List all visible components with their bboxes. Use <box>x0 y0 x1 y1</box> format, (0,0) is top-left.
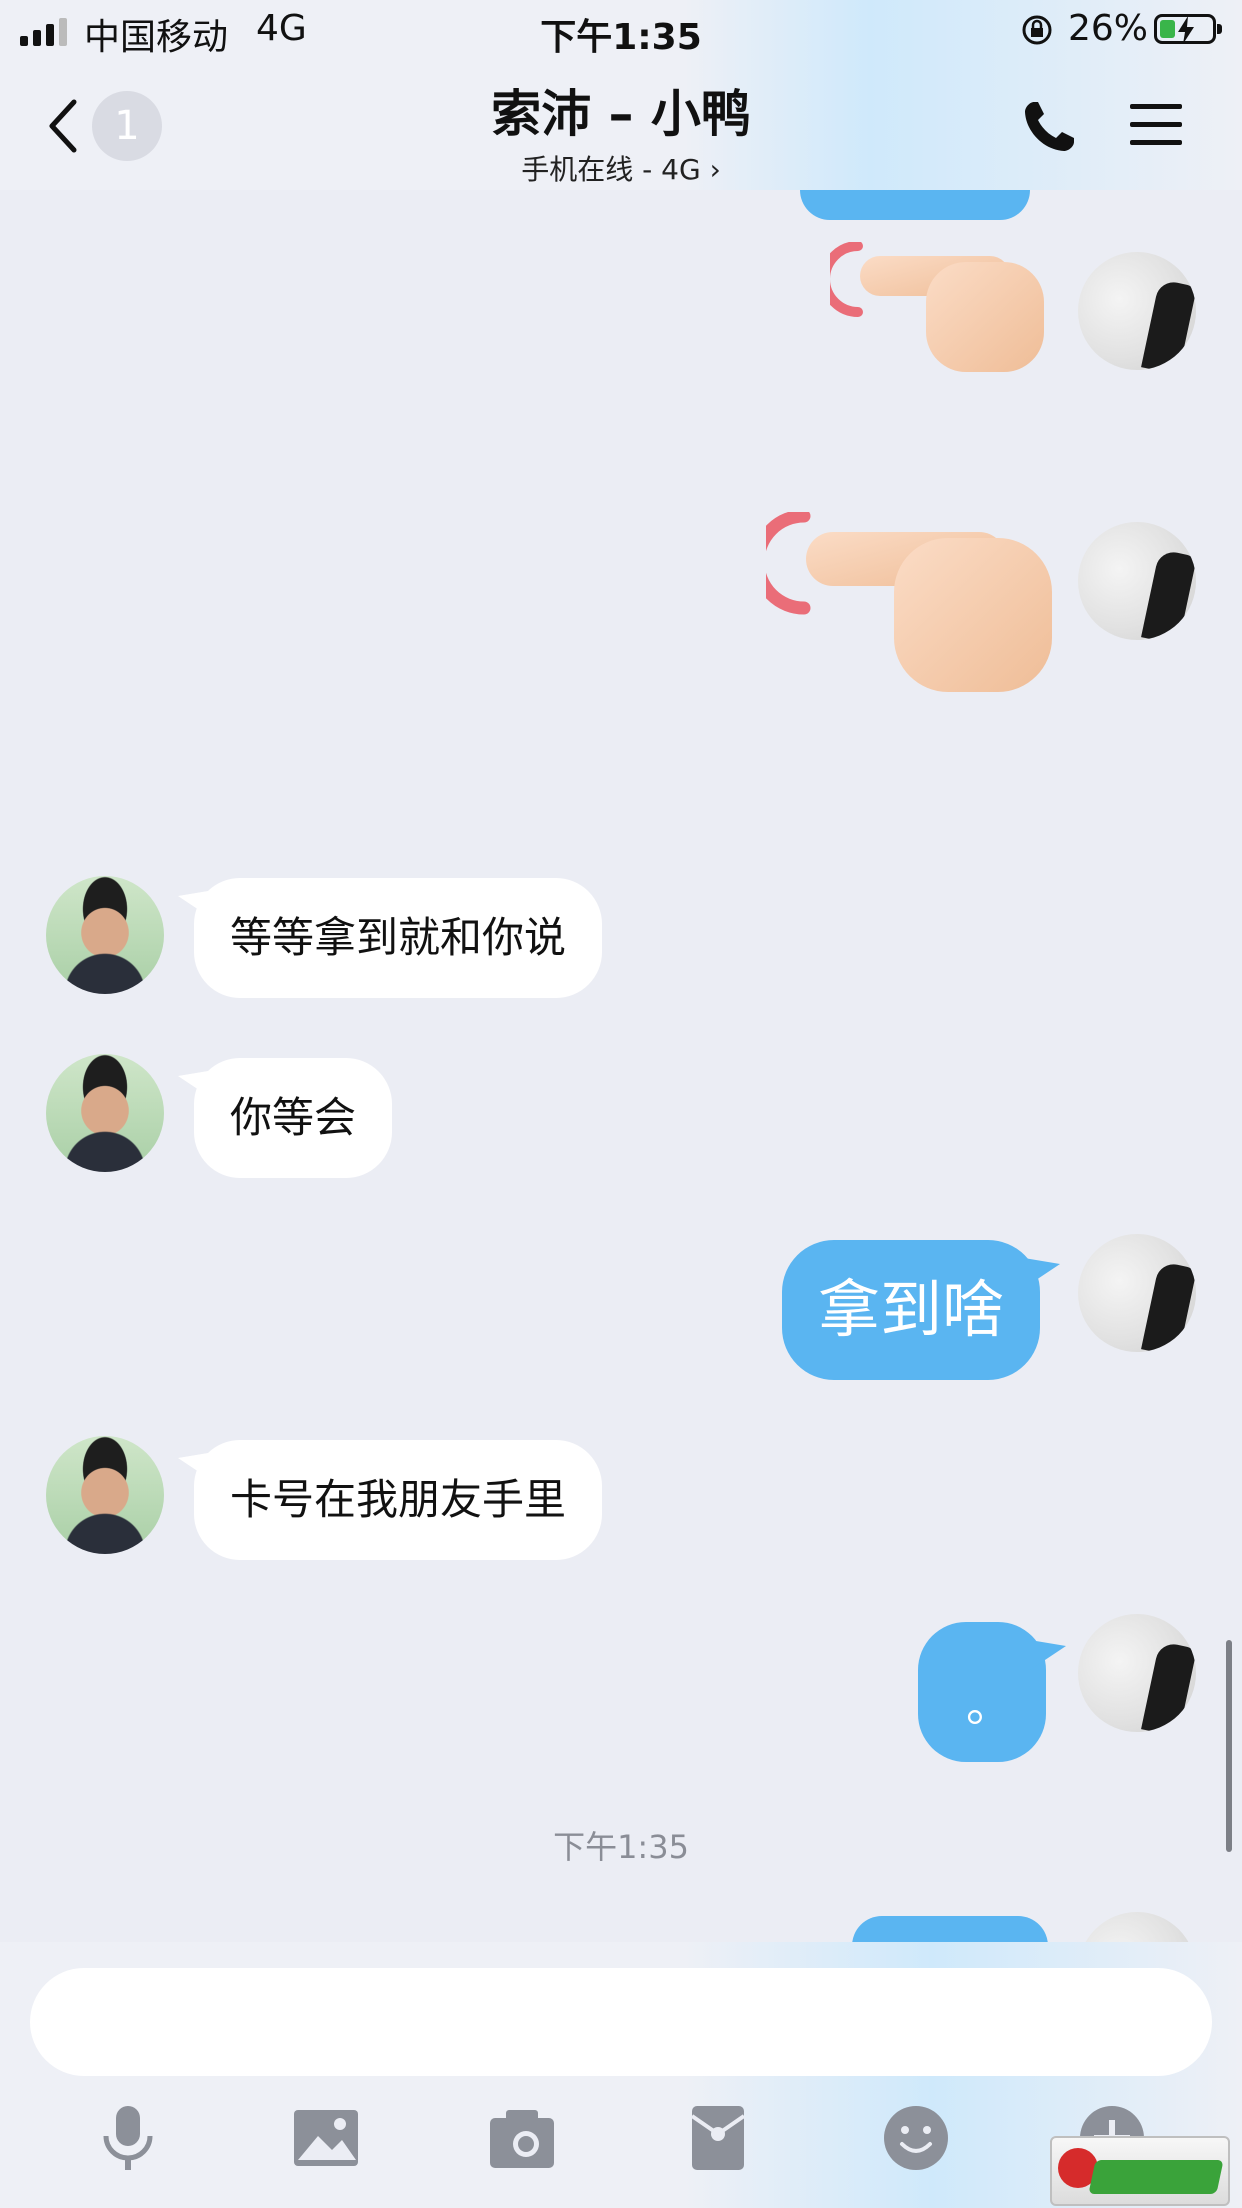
my-avatar[interactable] <box>1078 522 1196 640</box>
microphone-icon[interactable] <box>92 2102 164 2174</box>
battery-percent: 26% <box>1068 8 1149 49</box>
friend-message-bubble[interactable]: 卡号在我朋友手里 <box>194 1440 603 1560</box>
my-avatar[interactable] <box>1078 1234 1196 1352</box>
scrollbar[interactable] <box>1226 1640 1232 1852</box>
friend-message-bubble[interactable]: 等等拿到就和你说 <box>194 878 603 998</box>
friend-avatar[interactable] <box>46 1436 164 1554</box>
message-text: 等等拿到就和你说 <box>230 913 567 962</box>
top-bar: 中国移动 4G 下午1:35 26% 1 索沛 – 小鸭 手机在线 - 4G › <box>0 0 1242 190</box>
rotation-lock-icon <box>1022 15 1052 45</box>
phone-icon[interactable] <box>1020 98 1078 156</box>
online-status-text: 手机在线 - 4G <box>521 153 701 186</box>
watermark-logo <box>1050 2136 1230 2206</box>
friend-avatar[interactable] <box>46 1054 164 1172</box>
message-bubble-partial[interactable] <box>852 1916 1048 1942</box>
chat-area[interactable]: 等等拿到就和你说 你等会 拿到啥 卡号在我朋友手里 。 下午1:35 <box>0 190 1242 1942</box>
red-packet-icon[interactable] <box>682 2102 754 2174</box>
menu-icon[interactable] <box>1128 100 1184 150</box>
status-clock: 下午1:35 <box>540 17 702 58</box>
pointing-hand-sticker[interactable] <box>766 512 1056 698</box>
image-icon[interactable] <box>290 2102 362 2174</box>
camera-icon[interactable] <box>486 2102 558 2174</box>
pointing-hand-sticker[interactable] <box>830 242 1050 382</box>
friend-avatar[interactable] <box>46 876 164 994</box>
chevron-right-icon: › <box>709 153 721 186</box>
battery-icon <box>1154 14 1222 44</box>
message-input[interactable] <box>30 1968 1212 2076</box>
message-text: 拿到啥 <box>818 1273 1005 1346</box>
my-avatar[interactable] <box>1078 252 1196 370</box>
message-text: 。 <box>966 1678 1012 1732</box>
emoji-icon[interactable] <box>880 2102 952 2174</box>
message-text: 你等会 <box>230 1093 357 1142</box>
my-avatar[interactable] <box>1078 1614 1196 1732</box>
message-bubble-partial[interactable] <box>800 190 1030 220</box>
message-text: 卡号在我朋友手里 <box>230 1475 567 1524</box>
my-message-bubble[interactable]: 。 <box>918 1622 1046 1762</box>
message-timestamp: 下午1:35 <box>553 1828 689 1866</box>
status-bar: 中国移动 4G 下午1:35 26% <box>0 0 1242 60</box>
friend-message-bubble[interactable]: 你等会 <box>194 1058 393 1178</box>
my-message-bubble[interactable]: 拿到啥 <box>782 1240 1041 1380</box>
my-avatar[interactable] <box>1078 1912 1196 1942</box>
